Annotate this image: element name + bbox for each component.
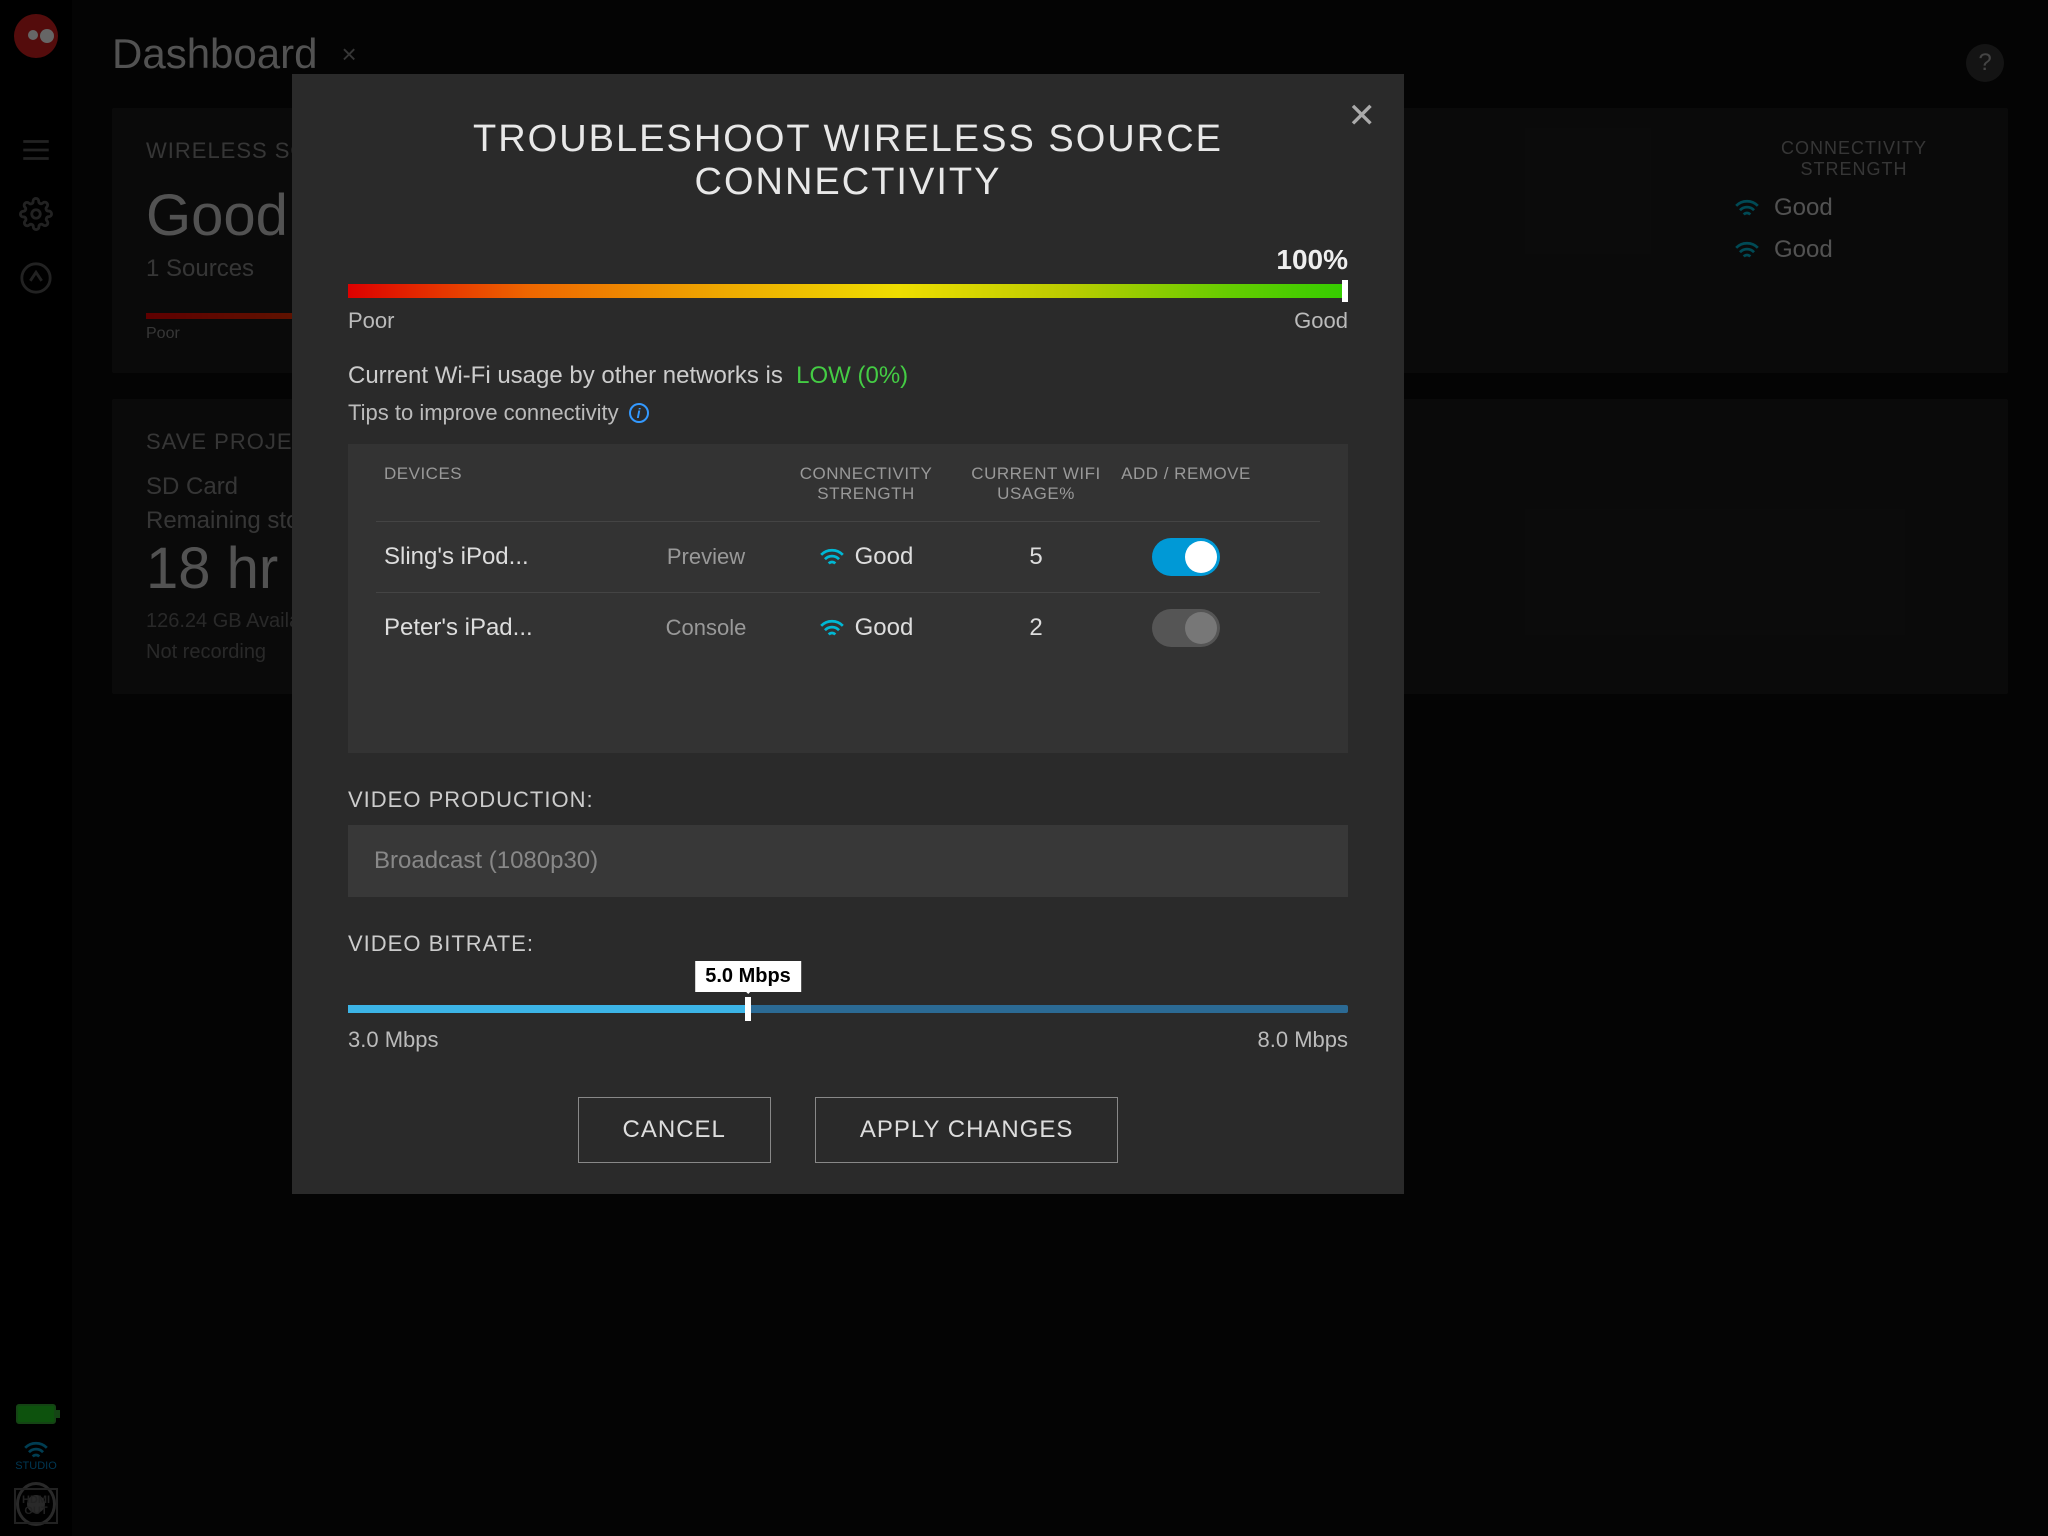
close-icon[interactable]: ✕ <box>1348 96 1377 136</box>
video-production-select[interactable]: Broadcast (1080p30) <box>348 825 1348 897</box>
col-devices: DEVICES <box>376 464 636 505</box>
device-usage: 5 <box>956 543 1116 571</box>
add-remove-toggle[interactable] <box>1152 609 1220 647</box>
cancel-button[interactable]: CANCEL <box>578 1097 771 1163</box>
device-name: Peter's iPad... <box>376 614 636 642</box>
strength-percent: 100% <box>348 244 1348 276</box>
modal-title: TROUBLESHOOT WIRELESS SOURCE CONNECTIVIT… <box>348 118 1348 204</box>
device-usage: 2 <box>956 614 1116 642</box>
add-remove-toggle[interactable] <box>1152 538 1220 576</box>
bitrate-max: 8.0 Mbps <box>1258 1027 1349 1053</box>
device-role: Preview <box>636 544 776 570</box>
troubleshoot-modal: ✕ TROUBLESHOOT WIRELESS SOURCE CONNECTIV… <box>292 74 1404 1194</box>
apply-changes-button[interactable]: APPLY CHANGES <box>815 1097 1119 1163</box>
table-row: Sling's iPod... Preview Good 5 <box>376 521 1320 592</box>
device-strength: Good <box>776 543 956 571</box>
wifi-usage-line: Current Wi-Fi usage by other networks is… <box>348 362 1348 390</box>
slider-thumb[interactable] <box>745 997 751 1021</box>
wifi-usage-value: LOW (0%) <box>796 362 908 389</box>
info-icon[interactable]: i <box>629 403 649 423</box>
bitrate-value-tooltip: 5.0 Mbps <box>695 961 801 992</box>
device-strength: Good <box>776 614 956 642</box>
col-usage: CURRENT WIFI USAGE% <box>956 464 1116 505</box>
wifi-icon <box>819 618 845 638</box>
scale-good-label: Good <box>1294 308 1348 334</box>
table-row: Peter's iPad... Console Good 2 <box>376 592 1320 663</box>
tips-link[interactable]: Tips to improve connectivity i <box>348 400 1348 426</box>
wifi-icon <box>819 547 845 567</box>
video-bitrate-label: VIDEO BITRATE: <box>348 931 1348 957</box>
col-add-remove: ADD / REMOVE <box>1116 464 1256 505</box>
device-role: Console <box>636 615 776 641</box>
col-strength: CONNECTIVITY STRENGTH <box>776 464 956 505</box>
strength-gradient-bar <box>348 284 1348 298</box>
scale-poor-label: Poor <box>348 308 394 334</box>
bitrate-slider[interactable]: 5.0 Mbps <box>348 1005 1348 1013</box>
video-production-label: VIDEO PRODUCTION: <box>348 787 1348 813</box>
bitrate-min: 3.0 Mbps <box>348 1027 439 1053</box>
device-name: Sling's iPod... <box>376 543 636 571</box>
devices-table: DEVICES CONNECTIVITY STRENGTH CURRENT WI… <box>348 444 1348 753</box>
